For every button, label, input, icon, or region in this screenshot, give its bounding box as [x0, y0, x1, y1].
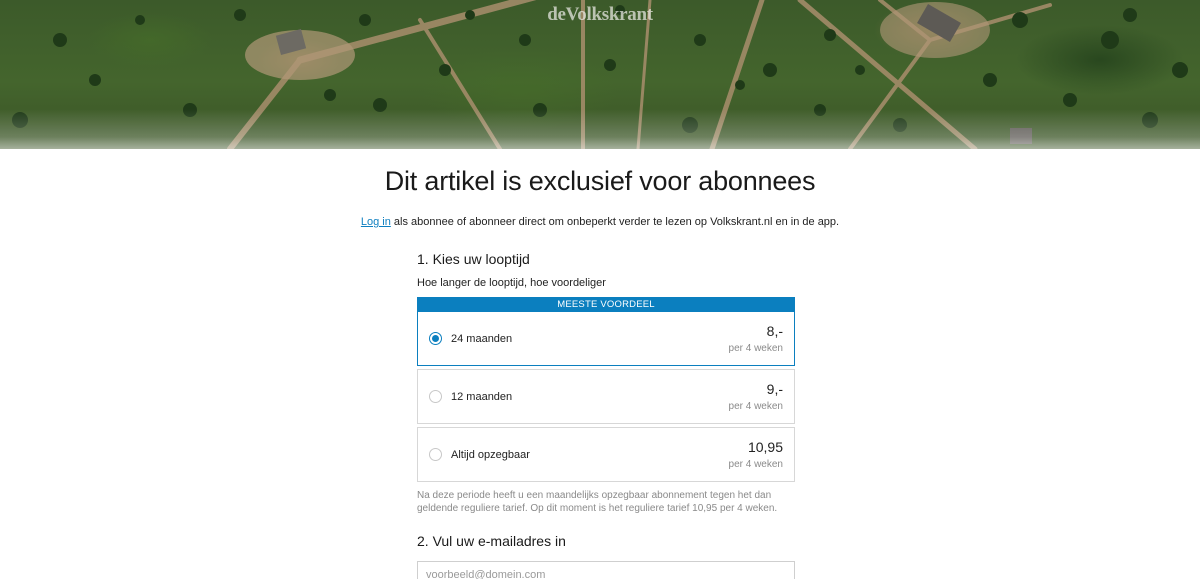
radio-button-selected[interactable]	[429, 332, 442, 345]
intro-text: Log in als abonnee of abonneer direct om…	[0, 215, 1200, 229]
hero-fade	[0, 109, 1200, 149]
page-title: Dit artikel is exclusief voor abonnees	[384, 166, 816, 196]
subscription-form: 1. Kies uw looptijd Hoe langer de loopti…	[417, 250, 795, 579]
plan-price: 10,95	[747, 439, 783, 455]
plan-label: 24 maanden	[451, 333, 513, 345]
plan-label: 12 maanden	[451, 391, 513, 403]
plan-label: Altijd opzegbaar	[451, 449, 530, 461]
step1-heading: 1. Kies uw looptijd	[417, 251, 530, 267]
plan-option-12-months[interactable]: 12 maanden 9,- per 4 weken	[417, 369, 795, 424]
plan-period: per 4 weken	[728, 343, 783, 354]
plan-price: 9,-	[766, 381, 783, 397]
radio-button[interactable]	[429, 390, 442, 403]
email-input[interactable]	[417, 561, 795, 579]
best-value-badge: MEESTE VOORDEEL	[417, 297, 795, 312]
step2-heading: 2. Vul uw e-mailadres in	[417, 533, 566, 549]
paywall-main: Dit artikel is exclusief voor abonnees L…	[0, 165, 1200, 579]
plan-period: per 4 weken	[728, 401, 783, 412]
plan-note: Na deze periode heeft u een maandelijks …	[417, 490, 778, 514]
step1-subline: Hoe langer de looptijd, hoe voordeliger	[417, 277, 606, 289]
volkskrant-logo[interactable]: deVolkskrant	[0, 4, 1200, 26]
plan-period: per 4 weken	[728, 459, 783, 470]
plan-option-24-months[interactable]: 24 maanden 8,- per 4 weken	[417, 312, 795, 366]
plan-option-flexible[interactable]: Altijd opzegbaar 10,95 per 4 weken	[417, 427, 795, 482]
intro-rest: als abonnee of abonneer direct om onbepe…	[390, 216, 840, 228]
hero-image: deVolkskrant	[0, 0, 1200, 149]
login-link[interactable]: Log in	[361, 216, 391, 228]
plan-price: 8,-	[766, 323, 783, 339]
radio-button[interactable]	[429, 448, 442, 461]
